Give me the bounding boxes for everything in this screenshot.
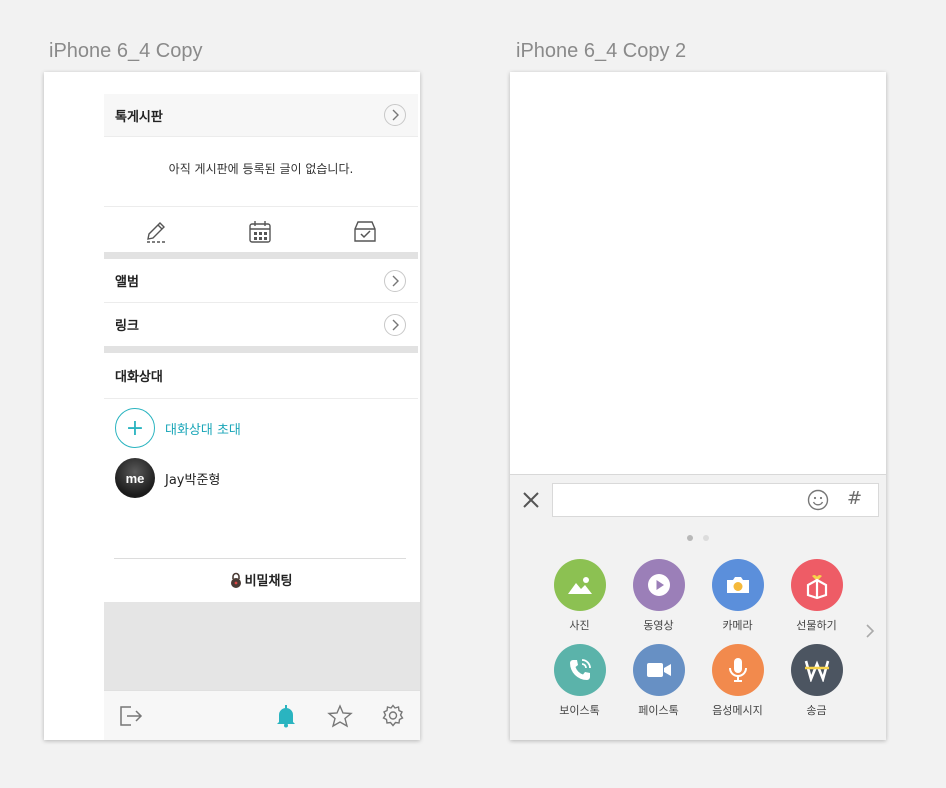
artboard-title-1: iPhone 6_4 Copy xyxy=(49,40,203,62)
attachment-item[interactable]: 선물하기 xyxy=(777,559,856,633)
pencil-icon[interactable] xyxy=(143,219,169,245)
artboard-title-2: iPhone 6_4 Copy 2 xyxy=(516,40,687,62)
hashtag-icon[interactable]: # xyxy=(847,488,862,509)
divider xyxy=(104,136,418,137)
invite-button[interactable]: + 대화상대 초대 xyxy=(115,408,241,448)
mic-icon xyxy=(711,644,764,696)
attachment-item-label: 선물하기 xyxy=(796,619,837,632)
divider xyxy=(104,398,418,399)
gift-icon xyxy=(790,559,843,611)
attachment-item-label: 카메라 xyxy=(722,619,753,632)
star-icon[interactable] xyxy=(327,704,353,728)
chevron-right-icon[interactable] xyxy=(865,623,875,639)
album-row[interactable]: 앨범 xyxy=(104,259,418,302)
member-name: Jay박준형 xyxy=(165,472,221,488)
play-icon xyxy=(632,559,685,611)
checkbox-tray-icon[interactable] xyxy=(351,219,379,245)
message-input[interactable] xyxy=(552,483,879,517)
chat-info-panel: 톡게시판 아직 게시판에 등록된 글이 없습니다. 앨범 링크 대화상대 + 대… xyxy=(104,72,420,740)
attachment-item-label: 음성메시지 xyxy=(712,704,763,717)
album-label: 앨범 xyxy=(115,275,139,290)
attachment-item-label: 페이스톡 xyxy=(638,704,679,717)
attachment-item[interactable]: 동영상 xyxy=(619,559,698,633)
plus-icon: + xyxy=(115,408,155,448)
members-title: 대화상대 xyxy=(115,370,163,385)
bell-icon[interactable] xyxy=(274,704,298,728)
exit-icon[interactable] xyxy=(118,704,144,728)
board-tools xyxy=(104,212,418,252)
board-empty-message: 아직 게시판에 등록된 글이 없습니다. xyxy=(168,162,354,176)
avatar: me xyxy=(115,458,155,498)
calendar-icon[interactable] xyxy=(247,219,273,245)
board-title: 톡게시판 xyxy=(115,109,163,125)
secret-chat-label: 비밀채팅 xyxy=(244,574,293,589)
gear-icon[interactable] xyxy=(381,704,405,728)
link-row[interactable]: 링크 xyxy=(104,303,418,346)
attachment-grid: 사진 동영상 카메라 선물하기보이스톡 페이스톡 음성메시지 송금 xyxy=(540,559,856,718)
artboard-chat-info: 톡게시판 아직 게시판에 등록된 글이 없습니다. 앨범 링크 대화상대 + 대… xyxy=(44,72,420,740)
close-icon[interactable] xyxy=(520,489,542,511)
attachment-item[interactable]: 송금 xyxy=(777,644,856,718)
section-gap xyxy=(104,346,418,353)
attachment-item-label: 동영상 xyxy=(643,619,674,632)
chevron-right-icon[interactable] xyxy=(384,104,406,126)
invite-label: 대화상대 초대 xyxy=(165,422,241,438)
attachment-item-label: 보이스톡 xyxy=(559,704,600,717)
secret-chat-button[interactable]: 비밀채팅 xyxy=(104,570,418,589)
attachment-item[interactable]: 음성메시지 xyxy=(698,644,777,718)
attachment-item[interactable]: 사진 xyxy=(540,559,619,633)
camera-icon xyxy=(711,559,764,611)
section-gap xyxy=(104,252,418,259)
attachment-item[interactable]: 카메라 xyxy=(698,559,777,633)
board-header[interactable]: 톡게시판 xyxy=(104,94,418,136)
attachment-item-label: 사진 xyxy=(569,619,590,632)
video-icon xyxy=(632,644,685,696)
divider xyxy=(104,206,418,207)
emoji-icon[interactable] xyxy=(807,489,829,511)
attachment-item[interactable]: 페이스톡 xyxy=(619,644,698,718)
page-indicator xyxy=(510,535,886,541)
page-dot xyxy=(703,535,709,541)
lock-icon xyxy=(230,572,241,588)
attachment-item-label: 송금 xyxy=(806,704,827,717)
empty-area xyxy=(104,602,420,690)
chevron-right-icon[interactable] xyxy=(384,313,406,336)
chat-message-area xyxy=(510,72,886,474)
photo-icon xyxy=(553,559,606,611)
bottom-toolbar xyxy=(104,690,420,740)
page-dot xyxy=(687,535,693,541)
attachment-drawer: # 사진 동영상 카메라 선물하기보이스톡 페이스톡 음성메시지 송금 xyxy=(510,474,886,740)
members-header: 대화상대 xyxy=(104,353,418,398)
attachment-item[interactable]: 보이스톡 xyxy=(540,644,619,718)
divider xyxy=(114,558,406,559)
phone-icon xyxy=(553,644,606,696)
member-item[interactable]: me Jay박준형 xyxy=(115,458,220,498)
artboard-chat-input: # 사진 동영상 카메라 선물하기보이스톡 페이스톡 음성메시지 송금 xyxy=(510,72,886,740)
chevron-right-icon[interactable] xyxy=(384,269,406,292)
link-label: 링크 xyxy=(115,319,139,334)
won-icon xyxy=(790,644,843,696)
